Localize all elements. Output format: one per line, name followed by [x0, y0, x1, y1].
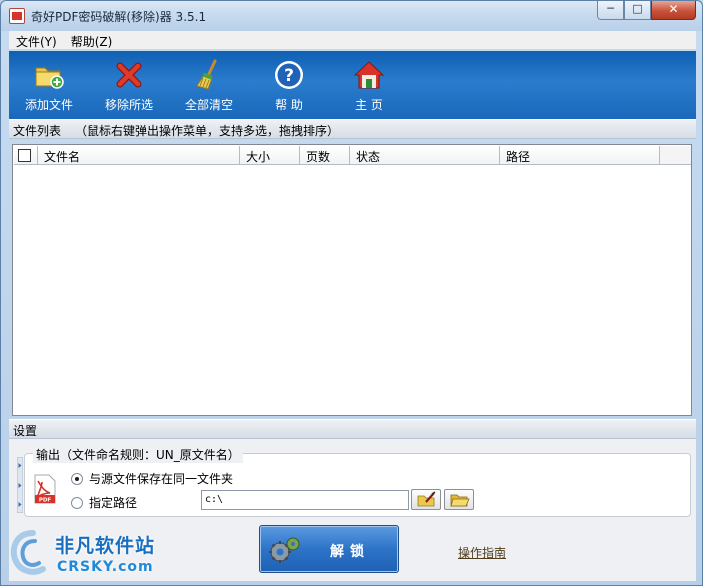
home-label: 主 页: [355, 98, 383, 112]
file-list-title: 文件列表: [13, 124, 62, 138]
help-icon: ?: [275, 61, 303, 89]
unlock-label: 解锁: [330, 544, 370, 560]
unlock-button[interactable]: 解锁: [259, 525, 399, 573]
add-file-label: 添加文件: [24, 98, 73, 112]
window-controls: ─ □ ✕: [597, 1, 696, 21]
option-custom-path[interactable]: 指定路径: [71, 494, 137, 511]
toolbar: 添加文件 移除所选 全部清空 ? 帮 助 主 页: [9, 51, 696, 119]
file-list-header: 文件列表 （鼠标右键弹出操作菜单，支持多选，拖拽排序）: [9, 119, 696, 139]
open-folder-icon: [450, 494, 470, 507]
app-window: 奇好PDF密码破解(移除)器 3.5.1 ─ □ ✕ 文件(Y) 帮助(Z) 添…: [0, 0, 703, 586]
column-pages[interactable]: 页数: [300, 146, 350, 165]
pdf-file-icon: PDF: [34, 474, 56, 504]
menu-help[interactable]: 帮助(Z): [64, 31, 120, 49]
remove-x-icon: [116, 62, 142, 88]
output-group: 输出（文件命名规则：UN_原文件名） PDF 与源文件保存在同一文件夹 指定路径…: [24, 446, 691, 517]
file-list-hint: （鼠标右键弹出操作菜单，支持多选，拖拽排序）: [75, 124, 340, 138]
add-file-button[interactable]: 添加文件: [9, 51, 89, 119]
column-size[interactable]: 大小: [240, 146, 300, 165]
custom-path-radio[interactable]: [71, 496, 83, 509]
clear-all-label: 全部清空: [184, 98, 233, 112]
output-path-field[interactable]: c:\: [201, 490, 409, 510]
custom-path-label: 指定路径: [89, 496, 138, 510]
column-path[interactable]: 路径: [500, 146, 660, 165]
broom-icon: [196, 59, 217, 90]
select-all-checkbox[interactable]: [18, 149, 31, 162]
maximize-icon: □: [632, 2, 643, 15]
watermark-brand-cn: 非凡软件站: [55, 535, 156, 557]
select-all-column: [14, 146, 38, 165]
remove-selected-button[interactable]: 移除所选: [89, 51, 169, 119]
add-folder-icon: [35, 67, 64, 89]
close-button[interactable]: ✕: [651, 1, 696, 20]
collapse-handle-icon[interactable]: [17, 457, 23, 513]
close-icon: ✕: [668, 2, 679, 16]
edit-path-icon: [417, 491, 436, 507]
svg-text:PDF: PDF: [39, 498, 52, 504]
minimize-icon: ─: [607, 2, 614, 15]
title-bar[interactable]: 奇好PDF密码破解(移除)器 3.5.1 ─ □ ✕: [1, 1, 702, 31]
menu-bar: 文件(Y) 帮助(Z): [9, 31, 696, 50]
operation-guide-link[interactable]: 操作指南: [458, 544, 506, 561]
watermark-brand-en: CRSKY.com: [57, 559, 154, 575]
column-filler: [660, 146, 691, 165]
same-folder-radio[interactable]: [71, 472, 83, 485]
crsky-logo-icon: [10, 530, 46, 575]
file-list-columns: 文件名 大小 页数 状态 路径: [14, 146, 660, 165]
option-same-folder[interactable]: 与源文件保存在同一文件夹: [71, 470, 233, 487]
settings-title: 设置: [13, 424, 38, 438]
home-button[interactable]: 主 页: [329, 51, 409, 119]
settings-header: 设置: [9, 419, 696, 439]
gears-icon: [269, 537, 300, 563]
home-icon: [353, 61, 385, 89]
help-button[interactable]: ? 帮 助: [249, 51, 329, 119]
column-filename[interactable]: 文件名: [38, 146, 240, 165]
svg-text:?: ?: [284, 66, 294, 86]
app-pdf-icon: [9, 8, 25, 24]
remove-selected-label: 移除所选: [104, 98, 153, 112]
clear-all-button[interactable]: 全部清空: [169, 51, 249, 119]
path-edit-button[interactable]: [411, 489, 441, 510]
maximize-button[interactable]: □: [624, 1, 651, 20]
minimize-button[interactable]: ─: [597, 1, 624, 20]
output-legend: 输出（文件命名规则：UN_原文件名）: [33, 446, 243, 463]
column-status[interactable]: 状态: [350, 146, 500, 165]
browse-folder-button[interactable]: [444, 489, 474, 510]
site-watermark: 非凡软件站 CRSKY.com: [5, 523, 163, 583]
window-title: 奇好PDF密码破解(移除)器 3.5.1: [31, 10, 207, 24]
same-folder-label: 与源文件保存在同一文件夹: [89, 472, 234, 486]
help-label: 帮 助: [275, 98, 303, 112]
file-list-table[interactable]: 文件名 大小 页数 状态 路径: [12, 144, 692, 416]
menu-file[interactable]: 文件(Y): [9, 31, 64, 49]
